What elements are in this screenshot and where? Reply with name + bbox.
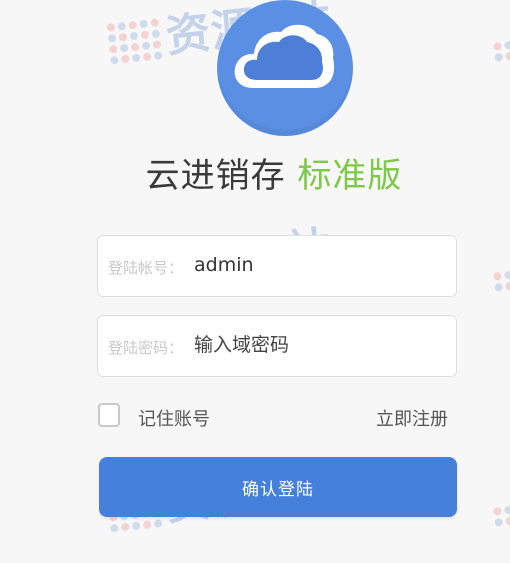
register-link[interactable]: 立即注册 [376,405,448,431]
watermark-edge [493,502,510,527]
password-input[interactable] [194,334,434,356]
account-input[interactable] [194,254,434,276]
remember-label[interactable]: 记住账号 [138,405,210,431]
watermark-edge [493,267,510,292]
app-logo [217,0,353,136]
account-field[interactable]: 登陆帐号： [97,235,457,297]
cloud-icon [234,24,335,88]
app-title: 云进销存 标准版 [0,148,510,197]
watermark-dots-icon [493,37,510,62]
app-title-edition: 标准版 [297,156,403,196]
account-label: 登陆帐号： [108,259,184,277]
watermark-dots-icon [106,17,163,65]
app-title-main: 云进销存 [145,156,286,196]
login-page: 资源E站 资源E站 资源E站 [0,0,510,563]
password-label: 登陆密码： [108,339,184,357]
password-field[interactable]: 登陆密码： [97,315,457,377]
remember-checkbox[interactable] [98,403,120,427]
watermark-dots-icon [493,502,510,527]
login-button[interactable]: 确认登陆 [99,457,457,517]
watermark-edge [493,37,510,62]
watermark-dots-icon [493,267,510,292]
